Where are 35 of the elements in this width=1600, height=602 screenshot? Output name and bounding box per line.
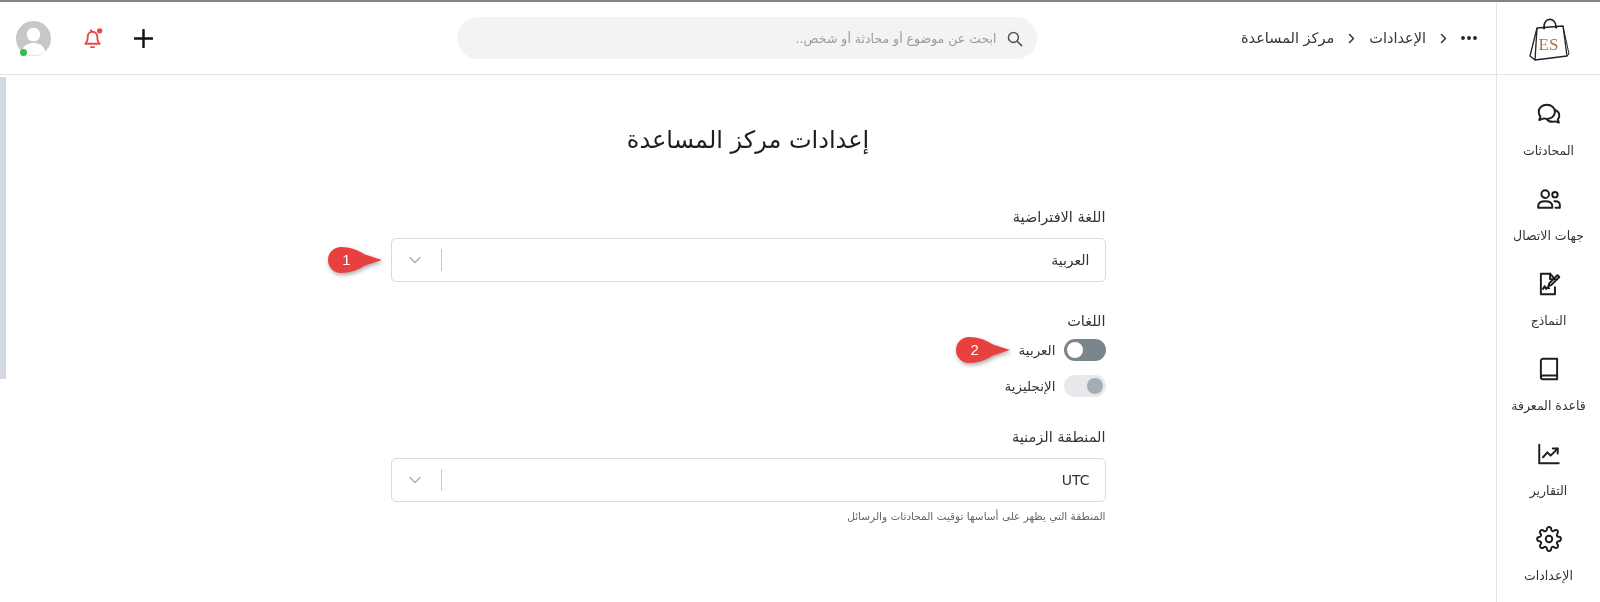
dropdown-select[interactable]: UTC [390,458,1106,502]
sidebar-item[interactable]: الإعدادات [1497,512,1600,597]
sidebar-item[interactable]: النماذج [1497,257,1600,342]
step-marker: 2 [954,336,1011,364]
breadcrumb-link[interactable]: الإعدادات [1369,28,1426,48]
field-label: اللغة الافتراضية [1011,208,1106,228]
plus-icon[interactable] [134,28,153,48]
chevron-icon [1348,32,1356,44]
field-hint: المنطقة التي يظهر على أساسها توقيت المحادثات والرسائل [846,508,1106,524]
field-label: المنطقة الزمنية [1010,428,1106,448]
search-field[interactable]: ابحث عن موضوع أو محادثة أو شخص.. [456,17,1037,59]
sidebar-item[interactable]: التقارير [1497,427,1600,512]
page-title: إعدادات مركز المساعدة [626,125,870,156]
line-chart-icon [1535,441,1562,467]
settings-icon [1535,526,1562,552]
toggle-label: العربية [1018,341,1056,360]
notification-bell-icon[interactable] [81,26,104,50]
step-marker: 1 [326,246,383,274]
sidebar-item[interactable]: جهات الاتصال [1497,172,1600,257]
two-people-icon [1535,186,1562,212]
scrollbar-thumb[interactable] [0,77,6,379]
sidebar-item[interactable]: المحادثات [1497,87,1600,172]
dropdown-select[interactable]: العربية [390,238,1106,282]
field-label: اللغات [1066,312,1106,331]
chevron-down-icon [408,256,421,264]
sidebar-item[interactable]: قاعدة المعرفة [1497,342,1600,427]
breadcrumb-current: مركز المساعدة [1240,29,1335,48]
chevron-icon [1440,32,1447,44]
toggle-label: الإنجليزية [1004,377,1056,396]
search-icon [1005,29,1023,47]
toggle-switch[interactable] [1063,339,1106,361]
chevron-down-icon [408,476,421,484]
avatar-icon[interactable] [16,20,51,56]
chat-bubbles-icon [1535,101,1562,127]
more-icon[interactable] [1461,36,1477,40]
